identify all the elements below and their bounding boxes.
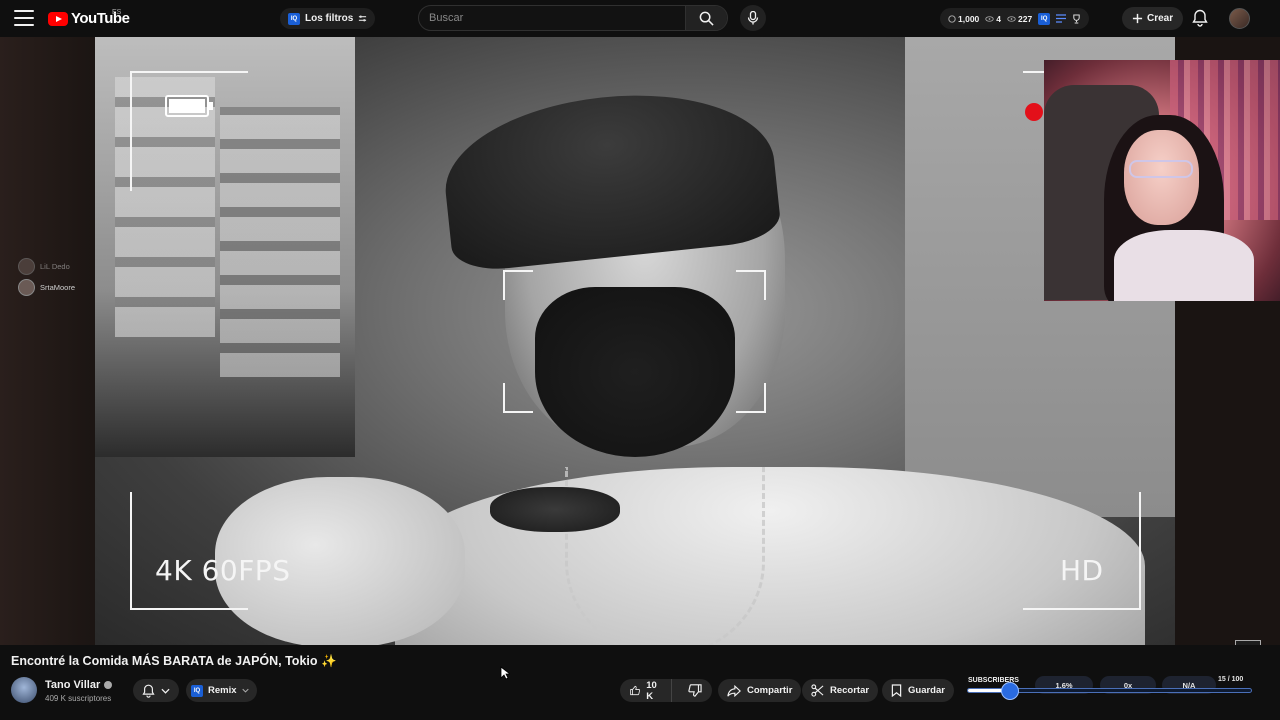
clock-icon (948, 14, 956, 23)
channel-name-link[interactable]: Tano Villar (45, 679, 113, 691)
views-value: 1,000 (958, 13, 980, 24)
watchers-value: 4 (996, 13, 1002, 24)
country-code: ES (112, 9, 122, 16)
verified-icon (104, 681, 113, 689)
viewer-name: SrtaMoore (40, 283, 76, 292)
thumbs-down-icon (688, 684, 702, 697)
share-label: Compartir (747, 685, 793, 696)
eye-icon (985, 15, 994, 22)
chevron-down-icon (241, 688, 249, 693)
bookmark-icon (891, 684, 902, 697)
chevron-down-icon (161, 688, 170, 694)
list-icon[interactable] (1056, 14, 1067, 23)
current-value: 15 (1218, 676, 1226, 683)
iq-extension-icon: IQ (288, 12, 300, 25)
clip-button[interactable]: Recortar (802, 679, 879, 702)
trophy-icon[interactable] (1072, 13, 1081, 24)
streamer-webcam (1044, 60, 1280, 301)
microphone-icon (747, 11, 759, 25)
focus-corner-bl (503, 383, 533, 413)
streamer-body (1114, 230, 1254, 301)
filters-label: Los filtros (305, 13, 354, 24)
viewer-item[interactable]: LiL Dedo (18, 258, 75, 275)
channel-watermark[interactable]: V (1235, 640, 1261, 645)
like-dislike-group: 10 K (620, 679, 712, 702)
iq-extension-icon: IQ (191, 684, 203, 697)
sliders-icon (359, 15, 367, 22)
video-frame[interactable]: 4K 60FPS HD (95, 37, 1175, 645)
bell-icon (1192, 9, 1208, 27)
scissors-icon (811, 684, 824, 697)
viewer-avatar (18, 258, 35, 275)
video-title: Encontré la Comida MÁS BARATA de JAPÓN, … (11, 654, 337, 669)
channel-name: Tano Villar (45, 679, 101, 691)
focus-corner-tl (503, 270, 533, 300)
count-value: 227 (1018, 13, 1033, 24)
remix-label: Remix (208, 685, 237, 696)
menu-icon[interactable] (14, 10, 34, 26)
search-box (418, 5, 728, 31)
overlay-resolution: 4K 60FPS (155, 554, 291, 587)
subscriber-count: 409 K suscriptores (45, 694, 112, 703)
subscriber-progress-knob[interactable] (1001, 682, 1020, 700)
recording-dot-icon (1025, 103, 1043, 121)
save-label: Guardar (908, 685, 945, 696)
focus-corner-br (736, 383, 766, 413)
channel-avatar[interactable] (11, 677, 37, 703)
subscription-bell-button[interactable] (133, 679, 179, 702)
subscriber-progress-bar (967, 682, 1252, 700)
remix-button[interactable]: IQ Remix (186, 679, 257, 702)
frame-corner-tl (130, 71, 248, 191)
account-avatar[interactable] (1229, 8, 1250, 29)
top-bar: YouTube ES IQ Los filtros 1,000 4 227 IQ (0, 0, 1280, 37)
voice-search-button[interactable] (740, 5, 766, 31)
viewer-avatar (18, 279, 35, 296)
youtube-play-icon (48, 11, 68, 26)
subscriber-goal-tracker: SUBSCRIBERS 1.6% 0x N/A 15 / 100 (963, 674, 1255, 700)
food-on-chopsticks (490, 487, 620, 532)
dislike-button[interactable] (678, 684, 712, 697)
overlay-hd: HD (1060, 554, 1104, 587)
create-label: Crear (1147, 13, 1174, 24)
create-button[interactable]: Crear (1122, 7, 1184, 30)
extension-stats[interactable]: 1,000 4 227 IQ (940, 8, 1090, 29)
search-button[interactable] (685, 6, 727, 30)
search-input[interactable] (419, 11, 685, 25)
viewer-item[interactable]: SrtaMoore (18, 279, 75, 296)
views-stat: 1,000 (948, 14, 979, 24)
beard (535, 287, 735, 457)
frame-corner-bl (130, 492, 248, 610)
like-count: 10 K (646, 679, 657, 702)
count-stat: 227 (1007, 14, 1032, 24)
share-icon (727, 684, 741, 697)
subscriber-count-progress: 15 / 100 (1218, 676, 1244, 683)
bell-icon (142, 684, 155, 698)
frame-corner-br (1023, 492, 1141, 610)
goal-value: 100 (1231, 676, 1244, 683)
filters-button[interactable]: IQ Los filtros (280, 8, 376, 29)
watchers-stat: 4 (985, 14, 1001, 24)
iq-extension-icon[interactable]: IQ (1038, 12, 1051, 25)
video-player[interactable]: 4K 60FPS HD LiL Dedo SrtaMoore V (0, 37, 1280, 645)
focus-corner-tr (736, 270, 766, 300)
plus-icon (1132, 13, 1143, 24)
chat-viewers: LiL Dedo SrtaMoore (18, 258, 75, 296)
like-button[interactable]: 10 K (620, 679, 672, 702)
glasses (1129, 160, 1193, 178)
clip-label: Recortar (830, 685, 870, 696)
battery-icon (165, 95, 213, 117)
save-button[interactable]: Guardar (882, 679, 954, 702)
notifications-button[interactable] (1192, 9, 1208, 32)
video-title-text: Encontré la Comida MÁS BARATA de JAPÓN, … (11, 654, 318, 668)
thumbs-up-icon (630, 685, 641, 696)
eye-icon (1007, 15, 1016, 22)
viewer-name: LiL Dedo (40, 262, 70, 271)
search-icon (699, 11, 714, 26)
share-button[interactable]: Compartir (718, 679, 802, 702)
sparkle-emoji: ✨ (321, 654, 337, 668)
